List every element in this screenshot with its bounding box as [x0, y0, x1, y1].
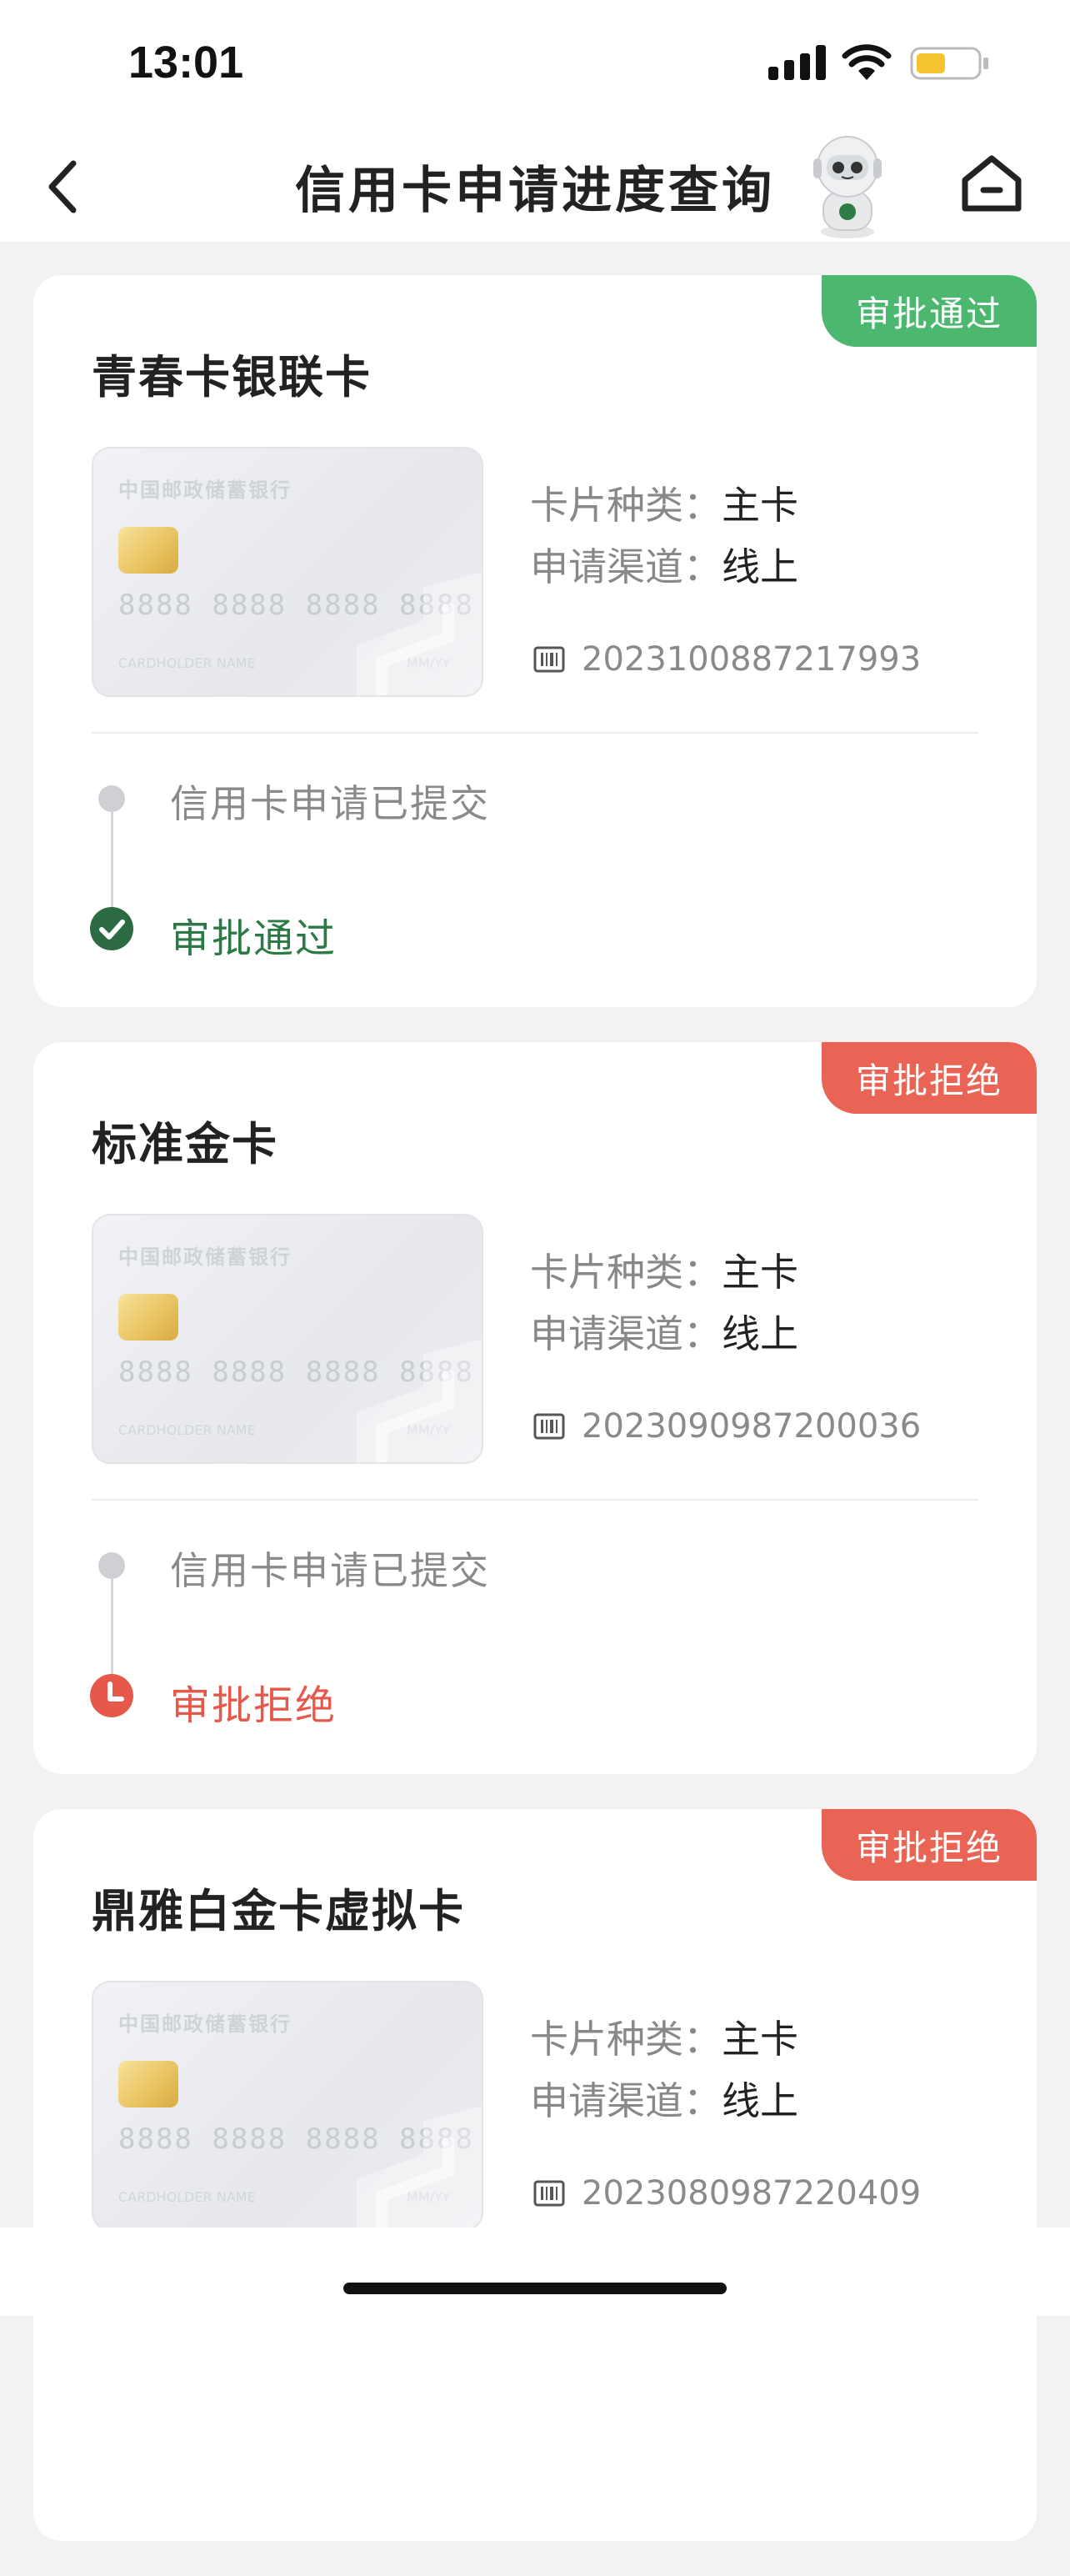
home-indicator[interactable]	[343, 2283, 727, 2294]
home-indicator-bar	[0, 2228, 1070, 2316]
application-number: 2023090987200036	[582, 1407, 922, 1446]
application-card[interactable]: 审批拒绝 鼎雅白金卡虚拟卡 中国邮政储蓄银行 8888 8888 8888 88…	[33, 1809, 1037, 2541]
card-image: 中国邮政储蓄银行 8888 8888 8888 8888 CARDHOLDER …	[92, 1214, 483, 1464]
card-title: 青春卡银联卡	[92, 351, 372, 403]
timeline-step-result: 审批通过	[170, 915, 338, 962]
channel-value: 线上	[722, 2078, 798, 2123]
barcode-icon	[533, 646, 565, 673]
card-type-row: 卡片种类：主卡	[530, 2009, 798, 2064]
card-title: 标准金卡	[92, 1118, 278, 1170]
page-title: 信用卡申请进度查询	[295, 162, 775, 220]
signal-icon	[768, 45, 826, 80]
clock-icon	[90, 1674, 133, 1717]
card-type-row: 卡片种类：主卡	[530, 475, 798, 530]
card-chip-icon	[118, 1294, 178, 1341]
application-number-row: 2023080987220409	[533, 2174, 921, 2213]
card-type-value: 主卡	[722, 2017, 798, 2062]
channel-label: 申请渠道：	[530, 1311, 722, 1356]
robot-mascot-icon[interactable]	[802, 133, 893, 240]
divider	[92, 732, 978, 734]
card-chip-icon	[118, 2061, 178, 2107]
status-bar: 13:01	[0, 0, 1070, 125]
divider	[92, 1499, 978, 1501]
bank-watermark-icon	[357, 2106, 482, 2229]
card-type-label: 卡片种类：	[530, 483, 722, 528]
timeline-line	[111, 1579, 113, 1679]
application-number-row: 2023090987200036	[533, 1407, 921, 1446]
bank-watermark-icon	[357, 572, 482, 695]
channel-row: 申请渠道：线上	[530, 1304, 798, 1359]
timeline-dot	[98, 1552, 125, 1579]
channel-label: 申请渠道：	[530, 544, 722, 589]
card-image: 中国邮政储蓄银行 8888 8888 8888 8888 CARDHOLDER …	[92, 1981, 483, 2231]
card-type-value: 主卡	[722, 483, 798, 528]
application-card[interactable]: 审批拒绝 标准金卡 中国邮政储蓄银行 8888 8888 8888 8888 C…	[33, 1042, 1037, 1774]
timeline-step-submitted: 信用卡申请已提交	[170, 1548, 490, 1593]
channel-row: 申请渠道：线上	[530, 537, 798, 592]
barcode-icon	[533, 2180, 565, 2207]
nav-bar: 信用卡申请进度查询	[0, 125, 1070, 242]
application-number-row: 2023100887217993	[533, 640, 921, 679]
application-card[interactable]: 审批通过 青春卡银联卡 中国邮政储蓄银行 8888 8888 8888 8888…	[33, 275, 1037, 1007]
bank-watermark-icon	[357, 1339, 482, 1462]
barcode-icon	[533, 1413, 565, 1440]
channel-row: 申请渠道：线上	[530, 2071, 798, 2126]
status-badge: 审批拒绝	[822, 1042, 1037, 1114]
status-badge: 审批拒绝	[822, 1809, 1037, 1881]
application-number: 2023100887217993	[582, 640, 922, 679]
timeline-dot	[98, 785, 125, 812]
card-chip-icon	[118, 527, 178, 574]
timeline-step-submitted: 信用卡申请已提交	[170, 781, 490, 826]
home-icon[interactable]	[957, 148, 1027, 218]
card-type-label: 卡片种类：	[530, 2017, 722, 2062]
card-type-label: 卡片种类：	[530, 1250, 722, 1295]
channel-value: 线上	[722, 1311, 798, 1356]
timeline-line	[111, 812, 113, 912]
channel-value: 线上	[722, 544, 798, 589]
card-image-holder: CARDHOLDER NAME	[118, 2189, 256, 2205]
card-title: 鼎雅白金卡虚拟卡	[92, 1885, 465, 1937]
card-type-value: 主卡	[722, 1250, 798, 1295]
status-time: 13:01	[128, 38, 244, 88]
application-number: 2023080987220409	[582, 2174, 922, 2213]
battery-icon	[910, 47, 988, 80]
card-image-holder: CARDHOLDER NAME	[118, 1422, 256, 1438]
timeline-step-result: 审批拒绝	[170, 1682, 338, 1729]
card-image-bank-name: 中国邮政储蓄银行	[118, 479, 292, 502]
channel-label: 申请渠道：	[530, 2078, 722, 2123]
status-badge: 审批通过	[822, 275, 1037, 347]
card-image-bank-name: 中国邮政储蓄银行	[118, 2012, 292, 2036]
card-image: 中国邮政储蓄银行 8888 8888 8888 8888 CARDHOLDER …	[92, 447, 483, 697]
wifi-icon	[842, 44, 892, 80]
card-image-holder: CARDHOLDER NAME	[118, 655, 256, 671]
check-circle-icon	[90, 907, 133, 950]
card-image-bank-name: 中国邮政储蓄银行	[118, 1245, 292, 1269]
card-type-row: 卡片种类：主卡	[530, 1242, 798, 1297]
